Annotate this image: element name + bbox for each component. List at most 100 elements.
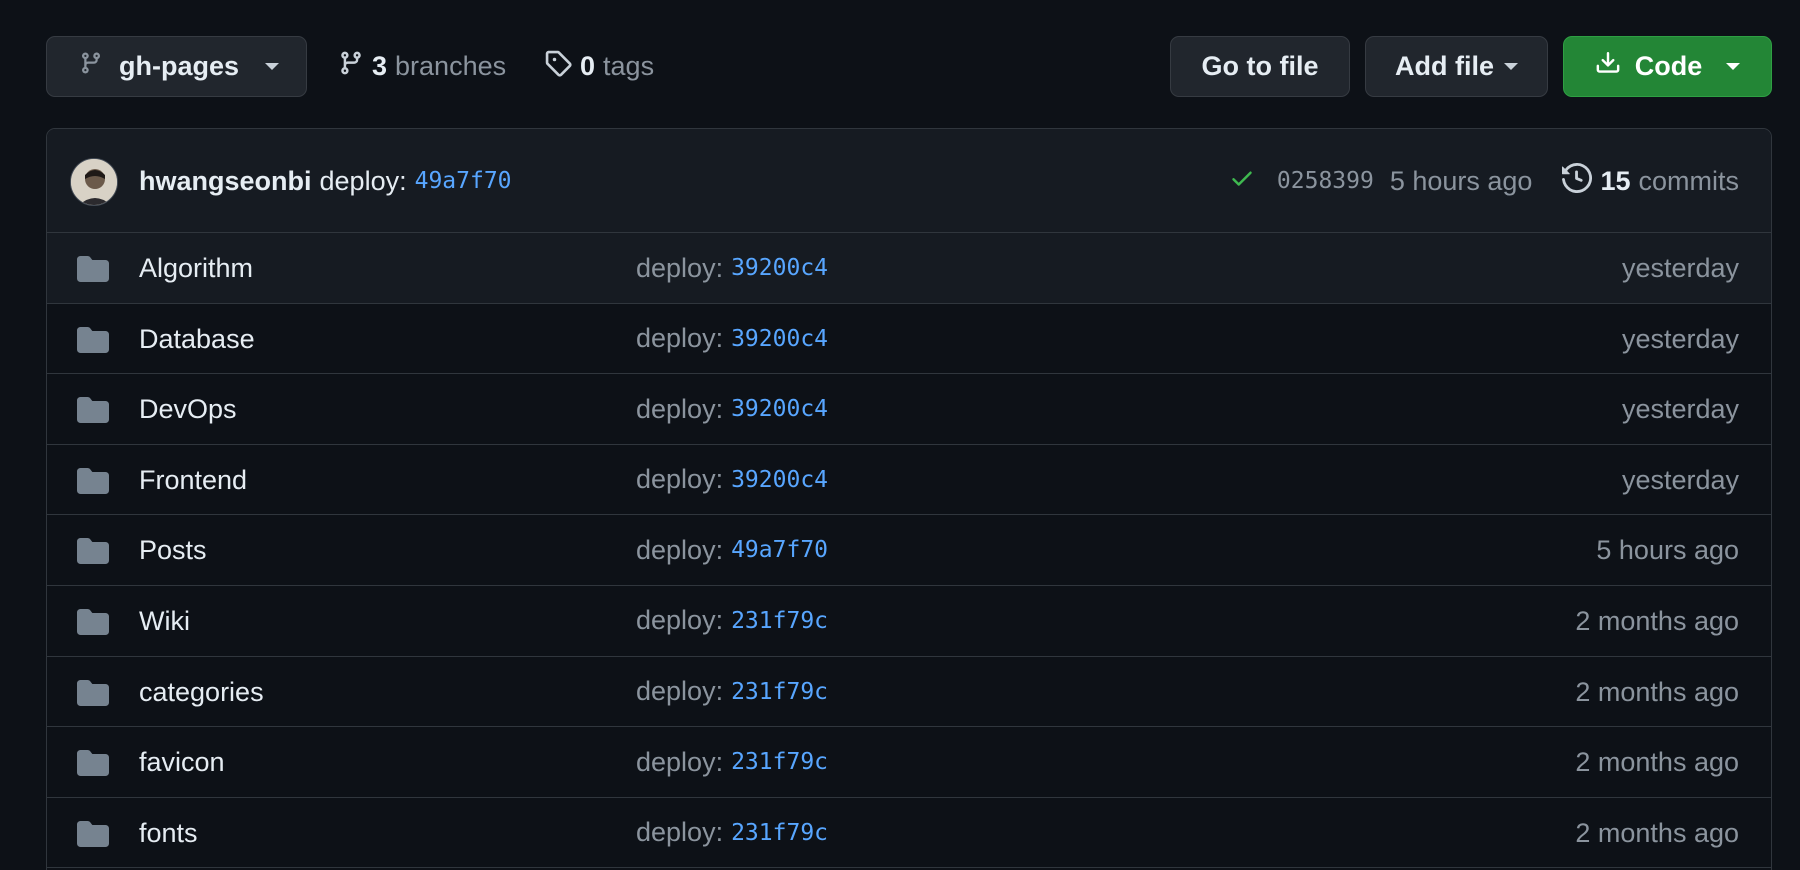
row-commit-time: yesterday [1621,464,1739,495]
folder-icon [77,256,109,287]
row-commit-message-text[interactable]: deploy: [636,676,723,707]
row-commit-message: deploy: 231f79c [636,586,828,656]
file-row[interactable]: Algorithm deploy: 39200c4 yesterday [47,233,1771,304]
row-commit-message: deploy: 39200c4 [636,304,828,374]
file-name-link[interactable]: categories [139,657,264,727]
commit-author[interactable]: hwangseonbi [139,166,312,197]
row-commit-message-text[interactable]: deploy: [636,817,723,848]
commit-message-sha-link[interactable]: 49a7f70 [415,168,512,194]
row-commit-time: yesterday [1621,323,1739,354]
row-commit-message-text[interactable]: deploy: [636,605,723,636]
file-name-link[interactable]: Posts [139,515,207,585]
file-row[interactable]: Wiki deploy: 231f79c 2 months ago [47,586,1771,657]
row-commit-message: deploy: 231f79c [636,727,828,797]
commits-history-link[interactable]: 15 commits [1562,162,1740,200]
row-commit-message: deploy: 49a7f70 [636,515,828,585]
code-button[interactable]: Code [1563,36,1772,97]
file-name-link[interactable]: DevOps [139,374,237,444]
branch-name: gh-pages [119,51,240,81]
code-label: Code [1634,51,1703,81]
row-commit-time: 2 months ago [1575,817,1739,848]
file-name-link[interactable]: Wiki [139,586,190,656]
chevron-down-icon [1504,63,1518,70]
folder-icon [77,608,109,640]
row-commit-time: 2 months ago [1575,676,1739,707]
file-row[interactable]: DevOps deploy: 39200c4 yesterday [47,374,1771,445]
download-icon [1595,49,1621,84]
file-list-box: hwangseonbi deploy: 49a7f70 0258399 5 ho… [46,128,1772,870]
latest-commit-sha[interactable]: 0258399 [1277,168,1374,194]
file-name-link[interactable]: Algorithm [139,233,253,303]
commits-label: commits [1638,165,1740,196]
avatar[interactable] [70,158,118,206]
chevron-down-icon [265,63,280,70]
branches-label: branches [395,51,507,81]
file-rows: Algorithm deploy: 39200c4 yesterday Data… [47,233,1771,869]
chevron-down-icon [1726,63,1741,70]
row-commit-message-text[interactable]: deploy: [636,535,723,566]
row-commit-sha-link[interactable]: 39200c4 [731,396,828,422]
row-commit-message-text[interactable]: deploy: [636,464,723,495]
folder-icon [77,397,109,428]
branches-count: 3 [372,51,388,81]
row-commit-sha-link[interactable]: 231f79c [731,820,828,846]
folder-icon [77,467,109,499]
row-commit-time: 2 months ago [1575,747,1739,778]
latest-commit-message: hwangseonbi deploy: 49a7f70 [139,129,512,233]
file-name-link[interactable]: fonts [139,798,198,868]
row-commit-message-text[interactable]: deploy: [636,323,723,354]
latest-commit-time: 5 hours ago [1389,165,1533,196]
file-row[interactable]: fonts deploy: 231f79c 2 months ago [47,798,1771,869]
row-commit-message: deploy: 39200c4 [636,233,828,303]
add-file-label: Add file [1395,51,1494,81]
latest-commit-details: 0258399 5 hours ago 15 commits [1229,129,1739,233]
row-commit-message-text[interactable]: deploy: [636,253,723,284]
row-commit-sha-link[interactable]: 231f79c [731,608,828,634]
tags-count: 0 [580,51,596,81]
row-commit-sha-link[interactable]: 49a7f70 [731,537,828,563]
branches-link[interactable]: 3 branches [338,36,506,97]
row-commit-message: deploy: 231f79c [636,798,828,868]
folder-icon [77,326,109,358]
folder-icon [77,679,109,711]
file-row[interactable]: categories deploy: 231f79c 2 months ago [47,657,1771,728]
file-row[interactable]: Frontend deploy: 39200c4 yesterday [47,445,1771,516]
tags-label: tags [603,51,655,81]
file-row[interactable]: Database deploy: 39200c4 yesterday [47,304,1771,375]
git-branch-icon [338,49,364,84]
repo-file-browser: gh-pages 3 branches 0 tags Go to file Ad… [0,0,1800,870]
row-commit-message: deploy: 39200c4 [636,445,828,515]
row-commit-sha-link[interactable]: 231f79c [731,679,828,705]
tag-icon [544,49,572,84]
row-commit-time: 2 months ago [1575,605,1739,636]
file-name-link[interactable]: favicon [139,727,225,797]
latest-commit-bar: hwangseonbi deploy: 49a7f70 0258399 5 ho… [47,129,1771,233]
file-row[interactable]: Posts deploy: 49a7f70 5 hours ago [47,515,1771,586]
file-row[interactable]: favicon deploy: 231f79c 2 months ago [47,727,1771,798]
commit-message-text[interactable]: deploy: [320,166,407,197]
row-commit-message-text[interactable]: deploy: [636,394,723,425]
folder-icon [77,820,109,852]
repo-toolbar: gh-pages 3 branches 0 tags Go to file Ad… [46,36,1772,97]
history-icon [1562,162,1593,200]
row-commit-message-text[interactable]: deploy: [636,747,723,778]
row-commit-sha-link[interactable]: 39200c4 [731,467,828,493]
row-commit-message: deploy: 39200c4 [636,374,828,444]
row-commit-sha-link[interactable]: 39200c4 [731,255,828,281]
file-name-link[interactable]: Database [139,304,255,374]
row-commit-time: 5 hours ago [1596,535,1739,566]
row-commit-message: deploy: 231f79c [636,657,828,727]
git-branch-icon [79,49,103,84]
row-commit-sha-link[interactable]: 231f79c [731,749,828,775]
check-icon[interactable] [1229,165,1255,198]
add-file-button[interactable]: Add file [1365,36,1548,97]
commits-count: 15 [1600,165,1631,196]
folder-icon [77,538,109,569]
branch-selector-button[interactable]: gh-pages [46,36,307,97]
tags-link[interactable]: 0 tags [544,36,654,97]
row-commit-time: yesterday [1621,253,1739,283]
file-name-link[interactable]: Frontend [139,445,247,515]
go-to-file-button[interactable]: Go to file [1170,36,1350,97]
row-commit-sha-link[interactable]: 39200c4 [731,326,828,352]
folder-icon [77,750,109,781]
